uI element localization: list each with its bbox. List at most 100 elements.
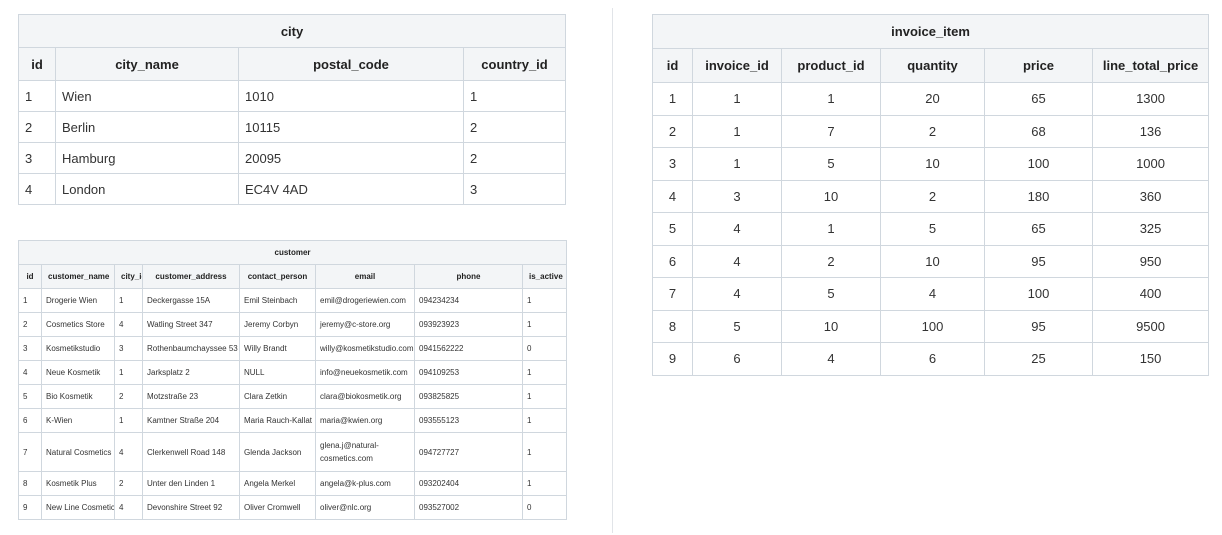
table-cell: 2 [114,384,143,409]
table-row: 4 3 10 2 180 360 [652,179,1210,213]
table-cell: 3 [18,336,42,361]
table-title: customer [17,240,568,265]
table-cell: 1 [521,432,568,472]
table-row: 7 4 5 4 100 400 [652,277,1210,311]
table-cell: 1 [114,408,143,433]
table-cell: 3 [18,142,56,174]
table-cell: 100 [984,147,1093,181]
table-cell: angela@k-plus.com [315,471,415,496]
table-row: 9 6 4 6 25 150 [652,342,1210,376]
table-cell: Glenda Jackson [239,432,316,472]
table-cell: 1 [521,408,568,433]
table-cell: 9500 [1091,309,1210,343]
table-cell: 5 [652,212,693,246]
table-cell: 20095 [238,142,464,174]
table-cell: 5 [18,384,42,409]
table-cell: 093825825 [414,384,523,409]
table-row: 4 Neue Kosmetik 1 Jarksplatz 2 NULL info@neue… [18,360,568,385]
table-row: 6 K-Wien 1 Kamtner Straße 204 Maria Rauch-Ka… [18,408,568,433]
column-header: customer_address [142,264,240,289]
table-cell: 7 [18,432,42,472]
panel-divider [612,8,613,533]
table-row: 2 Cosmetics Store 4 Watling Street 347 Jerem… [18,312,568,337]
table-cell: Neue Kosmetik [41,360,115,385]
column-header: line_total_price [1091,48,1210,83]
table-cell: 4 [114,495,143,520]
table-cell: 2 [462,142,567,174]
table-cell: 9 [652,342,693,376]
table-cell: 3 [114,336,143,361]
table-cell: 95 [984,309,1093,343]
table-cell: 360 [1091,179,1210,213]
table-cell: 094727727 [414,432,523,472]
table-cell: 1 [18,288,42,313]
header-row: id city_name postal_code country_id [18,47,567,81]
column-header: postal_code [238,47,464,81]
table-cell: 400 [1091,277,1210,311]
table-cell: 4 [652,179,693,213]
table-row: 5 4 1 5 65 325 [652,212,1210,246]
table-cell: 1 [781,82,881,116]
column-header: invoice_id [692,48,782,83]
table-cell: 094109253 [414,360,523,385]
table-row: 6 4 2 10 95 950 [652,244,1210,278]
table-row: 3 Kosmetikstudio 3 Rothenbaumchayssee 53 Wil… [18,336,568,361]
column-header: id [652,48,693,83]
table-row: 2 Berlin 10115 2 [18,111,567,143]
table-cell: 1000 [1091,147,1210,181]
table-cell: 950 [1091,244,1210,278]
table-cell: jeremy@c-store.org [315,312,415,337]
table-cell: 4 [18,173,56,205]
table-cell: 0 [521,495,568,520]
table-cell: 093923923 [414,312,523,337]
table-cell: 4 [114,432,143,472]
table-cell: Watling Street 347 [142,312,240,337]
table-row: 3 1 5 10 100 1000 [652,147,1210,181]
table-cell: 100 [984,277,1093,311]
table-cell: 1 [692,82,782,116]
table-cell: EC4V 4AD [238,173,464,205]
table-cell: Wien [55,80,239,112]
table-cell: Devonshire Street 92 [142,495,240,520]
column-header: contact_person [239,264,316,289]
invoice-item-table: invoice_item id invoice_id product_id qu… [651,14,1210,376]
table-cell: Emil Steinbach [239,288,316,313]
column-header: quantity [880,48,985,83]
table-row: 4 London EC4V 4AD 3 [18,173,567,205]
table-cell: 150 [1091,342,1210,376]
table-cell: 1 [521,288,568,313]
table-cell: Natural Cosmetics [41,432,115,472]
table-cell: London [55,173,239,205]
column-header: is_active [521,264,568,289]
table-cell: 7 [652,277,693,311]
table-cell: Jeremy Corbyn [239,312,316,337]
table-row: 2 1 7 2 68 136 [652,114,1210,148]
table-cell: 65 [984,82,1093,116]
table-cell: Kosmetik Plus [41,471,115,496]
table-cell: 325 [1091,212,1210,246]
table-cell: 1 [652,82,693,116]
table-cell: 4 [781,342,881,376]
table-cell: 1 [18,80,56,112]
table-cell: 3 [692,179,782,213]
table-cell: Motzstraße 23 [142,384,240,409]
column-header: id [18,47,56,81]
table-row: 8 Kosmetik Plus 2 Unter den Linden 1 Angela … [18,471,568,496]
table-cell: 68 [984,114,1093,148]
table-cell: 4 [692,212,782,246]
table-cell: 2 [880,114,985,148]
table-cell: 4 [692,277,782,311]
table-cell: emil@drogeriewien.com [315,288,415,313]
table-cell: 2 [18,312,42,337]
table-cell: 0 [521,336,568,361]
table-cell: Clara Zetkin [239,384,316,409]
table-cell: 20 [880,82,985,116]
table-cell: 4 [692,244,782,278]
table-cell: 094234234 [414,288,523,313]
table-cell: 2 [880,179,985,213]
table-row: 9 New Line Cosmetics 4 Devonshire Street 92… [18,495,568,520]
table-cell: 6 [18,408,42,433]
table-cell: 10 [880,244,985,278]
table-cell: Cosmetics Store [41,312,115,337]
table-cell: 3 [462,173,567,205]
